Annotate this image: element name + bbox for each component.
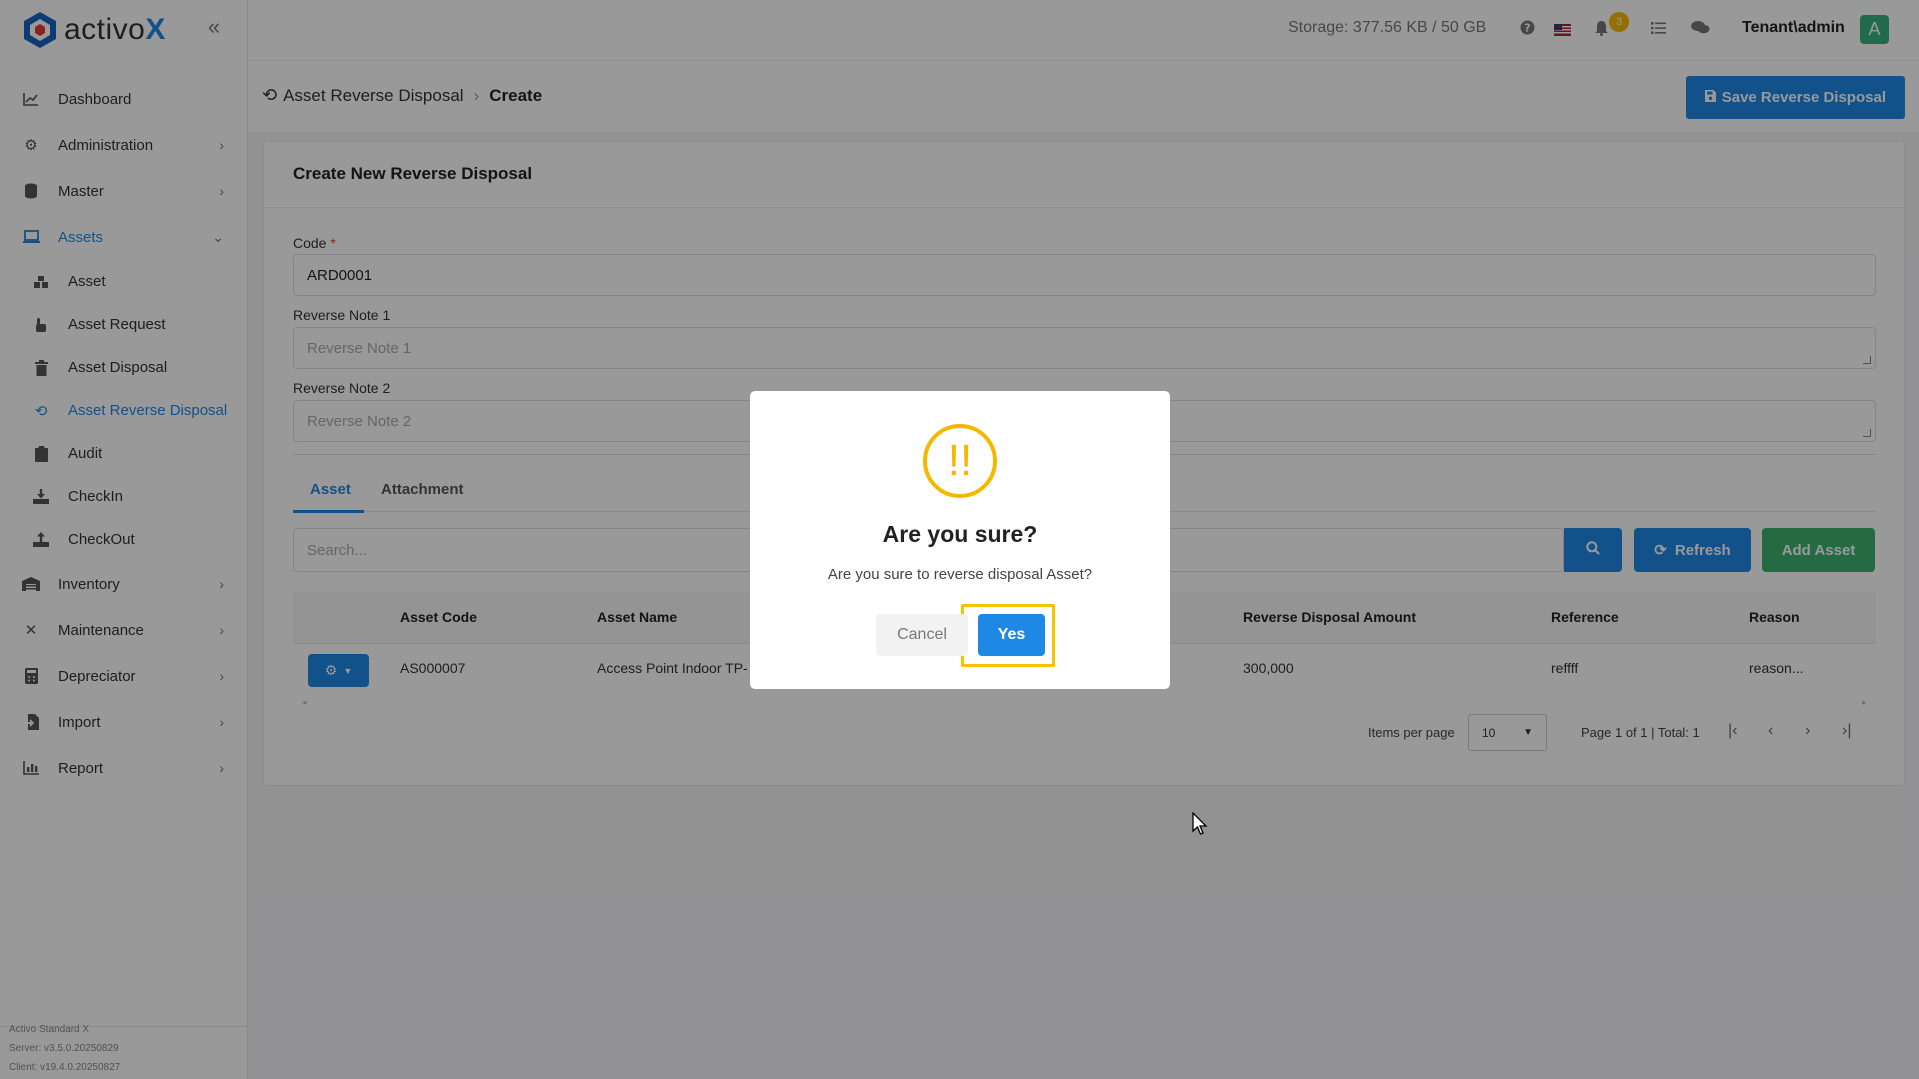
confirm-dialog: !! Are you sure? Are you sure to reverse… [750,391,1170,689]
dialog-title: Are you sure? [882,521,1038,547]
cancel-button[interactable]: Cancel [876,614,968,656]
mouse-cursor-icon [1192,811,1208,840]
dialog-message: Are you sure to reverse disposal Asset? [827,566,1093,583]
warning-icon: !! [923,424,997,498]
yes-button[interactable]: Yes [978,614,1045,656]
